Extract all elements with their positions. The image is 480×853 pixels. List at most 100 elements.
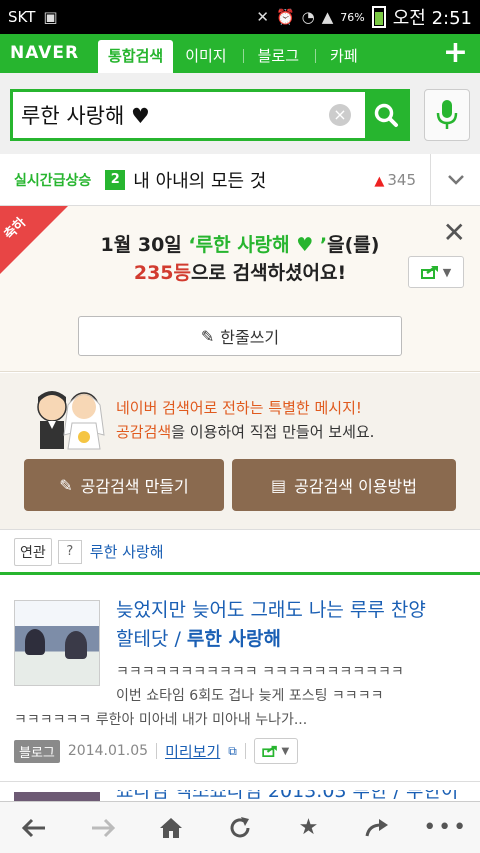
result-date: 2014.01.05 [67, 743, 149, 759]
trending-bar[interactable]: 실시간급상승 2 내 아내의 모든 것 ▲ 345 [0, 153, 480, 206]
result-meta: 블로그 2014.01.05 미리보기 ⧉ ▼ [14, 738, 298, 764]
search-icon [374, 103, 398, 127]
add-tab-button[interactable]: + [443, 36, 468, 70]
search-input[interactable]: 루한 사랑해 ♥ [13, 100, 329, 130]
tab-divider [315, 49, 317, 63]
trending-label: 실시간급상승 [14, 172, 92, 189]
empathy-description-rest: 을 이용하여 직접 만들어 보세요. [171, 423, 375, 441]
result-source-badge: 블로그 [14, 739, 60, 763]
refresh-button[interactable] [216, 804, 264, 852]
caret-down-icon: ▼ [442, 265, 452, 279]
search-button[interactable] [365, 92, 407, 138]
page: SKT ▣ ✕ ⏰ ◔ ▲ 76% 오전 2:51 NAVER 통합검색 이미지… [0, 0, 480, 853]
browser-bottom-bar: ★ ••• [0, 801, 480, 853]
search-box: 루한 사랑해 ♥ × [10, 89, 410, 141]
more-menu-button[interactable]: ••• [422, 804, 470, 852]
signal-icon: ▲ [321, 7, 334, 26]
document-icon: ▤ [271, 475, 287, 495]
naver-logo[interactable]: NAVER [10, 34, 98, 73]
arrow-up-icon: ▲ [374, 173, 385, 189]
trending-expand-button[interactable] [430, 153, 480, 206]
forward-button[interactable] [79, 804, 127, 852]
voice-search-button[interactable] [424, 89, 470, 141]
tab-images[interactable]: 이미지 [175, 40, 236, 73]
image-notification-icon: ▣ [43, 7, 58, 26]
result-title-line1: 늦었지만 늦어도 그래도 나는 루루 찬양 [116, 599, 426, 621]
divider [156, 743, 158, 759]
preview-link[interactable]: 미리보기 [165, 741, 220, 762]
result-title-keyword: 루한 사랑해 [186, 628, 281, 650]
share-arrow-icon [365, 818, 389, 836]
wedding-couple-icon [37, 391, 105, 450]
make-empathy-search-label: 공감검색 만들기 [80, 477, 189, 496]
trending-count-value: 345 [387, 170, 416, 189]
share-button[interactable]: ▼ [408, 256, 464, 288]
divider [244, 743, 246, 759]
empathy-highlight: 공감검색 [116, 423, 172, 441]
caret-down-icon: ▼ [281, 745, 290, 757]
congrats-card: 축하 ✕ 1월 30일 ‘루한 사랑해 ♥ ’을(를) 235등으로 검색하셨어… [0, 206, 480, 372]
congrats-message-line1: 1월 30일 ‘루한 사랑해 ♥ ’을(를) [0, 230, 480, 257]
trending-count: ▲ 345 [374, 171, 416, 189]
empathy-description: 공감검색을 이용하여 직접 만들어 보세요. [116, 421, 374, 442]
congrats-rank: 235등 [133, 262, 192, 284]
trending-keyword[interactable]: 내 아내의 모든 것 [133, 167, 266, 193]
result-share-button[interactable]: ▼ [253, 738, 298, 764]
more-icon: ••• [423, 815, 469, 840]
related-tag: 연관 [14, 537, 52, 566]
empathy-headline: 네이버 검색어로 전하는 특별한 메시지! [116, 399, 362, 417]
result-snippet-line2: 이번 쇼타임 6회도 겁나 늦게 포스팅 ㅋㅋㅋㅋ [116, 688, 384, 704]
result-snippet-line3: ㅋㅋㅋㅋㅋㅋ 루한아 미아네 내가 미아내 누나가... [14, 712, 308, 728]
wifi-icon: ◔ [301, 7, 315, 26]
refresh-icon [230, 816, 250, 837]
result-title-line2: 할테닷 / [116, 628, 187, 650]
make-empathy-search-button[interactable]: ✎ 공감검색 만들기 [24, 459, 224, 511]
back-button[interactable] [10, 804, 58, 852]
congrats-query: ‘루한 사랑해 ♥ ’ [188, 234, 328, 256]
related-searches: 연관 ? 루한 사랑해 [0, 531, 480, 575]
microphone-icon [436, 100, 458, 129]
share-icon [262, 745, 278, 757]
search-result: 늦었지만 늦어도 그래도 나는 루루 찬양 할테닷 / 루한 사랑해 ㅋㅋㅋㅋㅋ… [0, 586, 480, 782]
tab-cafe[interactable]: 카페 [320, 40, 368, 73]
star-icon: ★ [298, 815, 319, 840]
home-button[interactable] [147, 804, 195, 852]
next-result-title: 쇼타임 엑소쇼타임 2013.03 루한 / 루한이 [116, 790, 459, 802]
pencil-icon: ✎ [59, 475, 73, 495]
one-line-write-button[interactable]: ✎ 한줄쓰기 [78, 316, 402, 356]
related-help-button[interactable]: ? [57, 539, 82, 564]
mute-icon: ✕ [256, 7, 269, 26]
nav-bar: NAVER 통합검색 이미지 블로그 카페 + [0, 34, 480, 73]
empathy-search-section: 네이버 검색어로 전하는 특별한 메시지! 공감검색을 이용하여 직접 만들어 … [0, 373, 480, 530]
external-window-icon: ⧉ [228, 743, 237, 758]
clock: 오전 2:51 [392, 8, 472, 29]
congrats-date: 1월 30일 [100, 234, 189, 256]
share-page-button[interactable] [353, 804, 401, 852]
status-bar: SKT ▣ ✕ ⏰ ◔ ▲ 76% 오전 2:51 [0, 0, 480, 34]
tab-integrated-search[interactable]: 통합검색 [98, 40, 174, 73]
result-thumbnail[interactable] [14, 600, 100, 686]
one-line-write-label: 한줄쓰기 [220, 328, 280, 347]
chevron-down-icon [447, 174, 464, 185]
alarm-icon: ⏰ [275, 7, 295, 26]
tab-blog[interactable]: 블로그 [248, 40, 309, 73]
related-link[interactable]: 루한 사랑해 [90, 541, 164, 562]
trending-rank: 2 [105, 169, 126, 190]
arrow-left-icon [22, 818, 46, 837]
result-title[interactable]: 늦었지만 늦어도 그래도 나는 루루 찬양 할테닷 / 루한 사랑해 [116, 596, 468, 654]
result-snippet-line1: ㅋㅋㅋㅋㅋㅋㅋㅋㅋㅋㅋ ㅋㅋㅋㅋㅋㅋㅋㅋㅋㅋㅋ [116, 664, 404, 680]
carrier-label: SKT [8, 8, 36, 26]
arrow-right-icon [91, 818, 115, 837]
congrats-particle: 을(를) [327, 234, 380, 256]
empathy-howto-label: 공감검색 이용방법 [294, 477, 417, 496]
battery-icon [371, 6, 386, 28]
empathy-howto-button[interactable]: ▤ 공감검색 이용방법 [232, 459, 456, 511]
battery-percent: 76% [340, 10, 365, 24]
pencil-icon: ✎ [200, 326, 215, 346]
share-icon [420, 266, 438, 279]
tab-divider [242, 49, 244, 63]
bookmark-button[interactable]: ★ [285, 804, 333, 852]
congrats-suffix: 으로 검색하셨어요! [191, 262, 347, 284]
home-icon [160, 817, 183, 838]
clear-search-button[interactable]: × [329, 104, 351, 126]
